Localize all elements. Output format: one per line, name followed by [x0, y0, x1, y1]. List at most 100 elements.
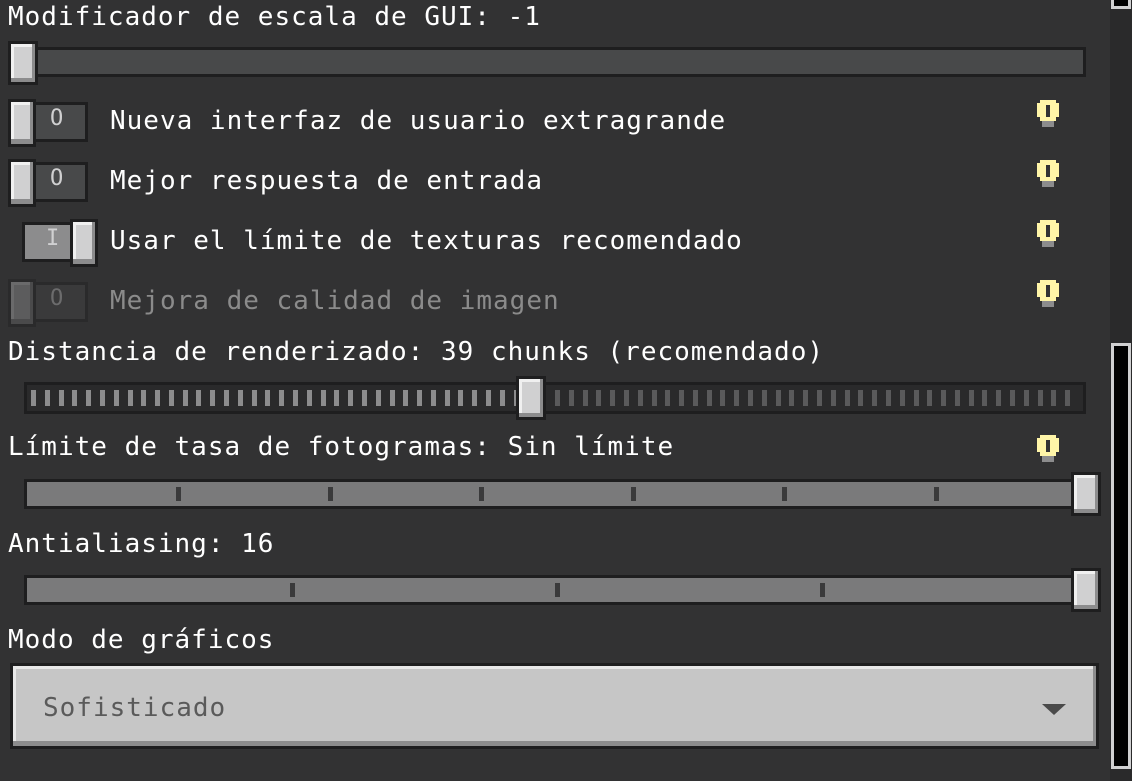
gui-scale-slider-handle[interactable]	[8, 41, 38, 85]
framerate-limit-tick	[933, 487, 939, 501]
render-distance-segment	[155, 390, 161, 406]
render-distance-segment	[279, 390, 285, 406]
framerate-limit-label: Límite de tasa de fotogramas: Sin límite	[8, 432, 675, 462]
render-distance-segment	[568, 390, 574, 406]
render-distance-label: Distancia de renderizado: 39 chunks (rec…	[8, 337, 825, 367]
antialiasing-label: Antialiasing: 16	[8, 529, 275, 559]
toggle-better-input-response[interactable]: O	[8, 159, 88, 209]
render-distance-segment	[237, 390, 243, 406]
framerate-limit-tick	[630, 487, 636, 501]
framerate-limit-slider-track[interactable]	[24, 479, 1090, 509]
framerate-limit-tick	[176, 487, 182, 501]
lightbulb-info-icon[interactable]	[1037, 435, 1059, 465]
render-distance-segment	[1010, 390, 1016, 406]
lightbulb-info-icon[interactable]	[1037, 100, 1059, 130]
render-distance-segment	[734, 390, 740, 406]
render-distance-segment	[706, 390, 712, 406]
render-distance-segment	[968, 390, 974, 406]
render-distance-segment	[720, 390, 726, 406]
lightbulb-info-icon[interactable]	[1037, 220, 1059, 250]
render-distance-segment	[1051, 390, 1057, 406]
render-distance-segment	[817, 390, 822, 406]
render-distance-segment	[803, 390, 809, 406]
antialiasing-tick	[290, 583, 295, 597]
gui-scale-slider-track[interactable]	[8, 47, 1086, 77]
toggle-on-glyph: I	[46, 226, 60, 251]
lightbulb-info-icon[interactable]	[1037, 160, 1059, 190]
antialiasing-slider-track[interactable]	[24, 575, 1090, 605]
render-distance-segment	[72, 390, 78, 406]
render-distance-slider-track[interactable]	[24, 382, 1086, 414]
render-distance-segment	[982, 390, 988, 406]
gui-scale-label: Modificador de escala de GUI: -1	[8, 2, 541, 32]
render-distance-segment	[637, 390, 643, 406]
render-distance-segment	[610, 390, 616, 406]
render-distance-segment	[58, 390, 64, 406]
toggle-recommended-texture-limit[interactable]: I	[22, 219, 100, 269]
toggle-off-glyph: O	[50, 106, 64, 131]
render-distance-segment	[941, 390, 947, 406]
framerate-limit-tick	[479, 487, 485, 501]
antialiasing-tick	[820, 583, 825, 597]
render-distance-segment	[141, 390, 147, 406]
graphics-mode-dropdown[interactable]: Sofisticado	[10, 663, 1099, 749]
toggle-off-glyph: O	[50, 166, 64, 191]
render-distance-segment	[692, 390, 698, 406]
render-distance-segment	[555, 390, 560, 406]
render-distance-segment	[486, 390, 492, 406]
toggle-extra-large-ui-label: Nueva interfaz de usuario extragrande	[110, 106, 727, 136]
render-distance-segment	[306, 390, 312, 406]
render-distance-segment	[389, 390, 395, 406]
render-distance-segment	[168, 390, 174, 406]
graphics-mode-selected-value: Sofisticado	[43, 693, 227, 723]
toggle-off-glyph: O	[50, 286, 64, 311]
render-distance-segment	[954, 390, 960, 406]
render-distance-segment	[320, 390, 326, 406]
render-distance-segment	[210, 390, 216, 406]
render-distance-segment	[1023, 390, 1029, 406]
render-distance-segment	[127, 390, 133, 406]
render-distance-segment	[761, 390, 767, 406]
graphics-mode-label: Modo de gráficos	[8, 625, 275, 655]
scrollbar-thumb[interactable]	[1111, 343, 1131, 769]
render-distance-segment	[665, 390, 671, 406]
render-distance-segment	[99, 390, 105, 406]
render-distance-segment	[596, 390, 602, 406]
framerate-limit-slider-handle[interactable]	[1071, 472, 1101, 516]
antialiasing-slider-handle[interactable]	[1071, 568, 1101, 612]
render-distance-segment	[334, 390, 340, 406]
toggle-recommended-texture-limit-label: Usar el límite de texturas recomendado	[110, 226, 743, 256]
render-distance-segment	[582, 390, 588, 406]
framerate-limit-tick	[327, 487, 333, 501]
render-distance-segment	[679, 390, 685, 406]
scrollbar-top-cap	[1111, 0, 1131, 9]
render-distance-segment	[86, 390, 92, 406]
toggle-extra-large-ui[interactable]: O	[8, 99, 88, 149]
render-distance-segment	[830, 390, 836, 406]
render-distance-segment	[899, 390, 905, 406]
toggle-image-quality: O	[8, 279, 88, 329]
render-distance-segment	[499, 390, 505, 406]
render-distance-segment	[265, 390, 271, 406]
render-distance-segment	[748, 390, 754, 406]
render-distance-slider-handle[interactable]	[516, 376, 546, 420]
render-distance-segment	[913, 390, 919, 406]
render-distance-segment	[872, 390, 878, 406]
render-distance-segment	[858, 390, 864, 406]
antialiasing-tick	[555, 583, 560, 597]
render-distance-segment	[182, 390, 188, 406]
render-distance-segment	[224, 390, 230, 406]
render-distance-segment	[348, 390, 354, 406]
render-distance-segment	[44, 390, 50, 406]
render-distance-segment	[927, 390, 933, 406]
render-distance-segment	[31, 390, 36, 406]
render-distance-segment	[375, 390, 381, 406]
render-distance-segment	[361, 390, 367, 406]
render-distance-segment	[251, 390, 257, 406]
render-distance-segment	[844, 390, 850, 406]
toggle-image-quality-label: Mejora de calidad de imagen	[110, 286, 560, 316]
render-distance-segment	[430, 390, 436, 406]
render-distance-segment	[403, 390, 409, 406]
render-distance-segment	[113, 390, 119, 406]
lightbulb-info-icon[interactable]	[1037, 280, 1059, 310]
